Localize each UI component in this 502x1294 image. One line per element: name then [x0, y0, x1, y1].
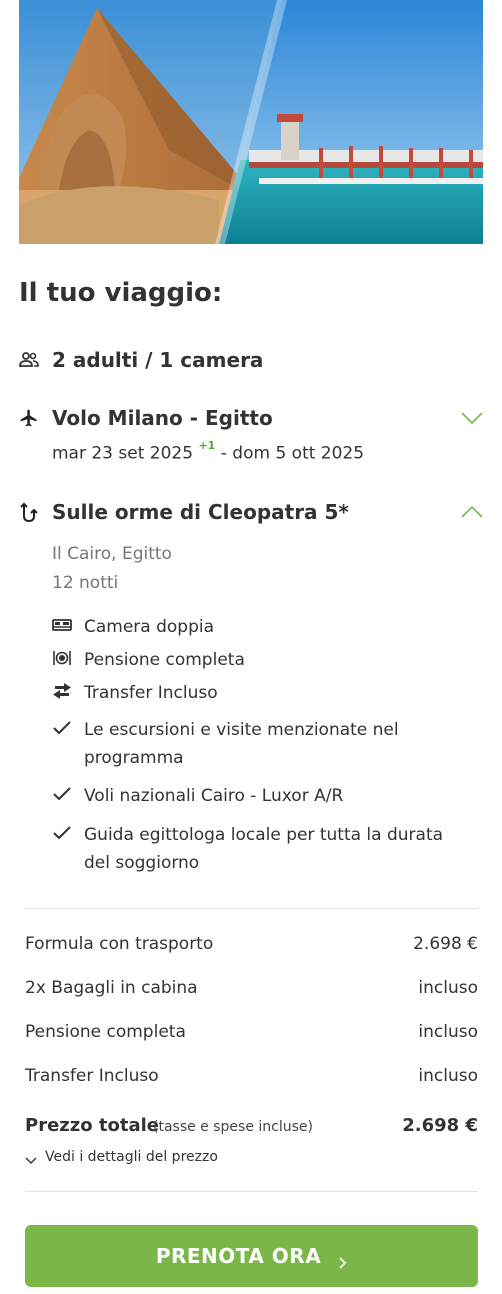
feature-item: Camera doppia	[52, 613, 452, 641]
hotel-nights: 12 notti	[52, 573, 119, 593]
price-row-label: Pensione completa	[25, 1022, 186, 1042]
feature-item: Guida egittologa locale per tutta la dur…	[52, 821, 452, 877]
total-note: (tasse e spese incluse)	[153, 1119, 313, 1135]
check-icon	[52, 784, 72, 804]
meal-icon	[52, 648, 72, 668]
feature-label: Pensione completa	[84, 650, 245, 670]
feature-label: Transfer Incluso	[84, 683, 218, 703]
price-row-value: incluso	[418, 1066, 478, 1086]
chevron-up-icon[interactable]	[461, 504, 483, 518]
hotel-location: Il Cairo, Egitto	[52, 544, 172, 564]
price-row: Formula con trasporto 2.698 €	[25, 934, 478, 958]
book-now-label: PRENOTA ORA	[155, 1244, 322, 1268]
price-row-value: incluso	[418, 978, 478, 998]
flight-date-to: - dom 5 ott 2025	[220, 443, 365, 464]
price-row: Pensione completa incluso	[25, 1022, 478, 1046]
feature-label: Le escursioni e visite menzionate nel pr…	[84, 720, 399, 768]
check-icon	[52, 823, 72, 843]
feature-item: Transfer Incluso	[52, 679, 452, 707]
hotel-title: Sulle orme di Cleopatra 5*	[52, 500, 349, 524]
divider	[25, 908, 478, 909]
total-value: 2.698 €	[402, 1115, 478, 1136]
hero-image	[19, 0, 483, 244]
price-details-label: Vedi i dettagli del prezzo	[45, 1149, 218, 1165]
price-row-label: Transfer Incluso	[25, 1066, 159, 1086]
people-icon	[19, 350, 41, 372]
divider	[25, 1191, 478, 1192]
trip-title: Il tuo viaggio:	[19, 278, 223, 308]
chevron-down-icon[interactable]	[461, 410, 483, 425]
flight-title: Volo Milano - Egitto	[52, 406, 273, 430]
transfer-icon	[52, 681, 72, 701]
feature-item: Le escursioni e visite menzionate nel pr…	[52, 716, 452, 772]
price-row-label: Formula con trasporto	[25, 934, 214, 954]
chevron-down-icon	[25, 1153, 37, 1164]
total-price-row: Prezzo totale (tasse e spese incluse) 2.…	[25, 1115, 478, 1141]
travellers-label: 2 adulti / 1 camera	[52, 348, 264, 372]
itinerary-icon	[19, 502, 41, 524]
bed-icon	[52, 615, 72, 635]
price-row-value: incluso	[418, 1022, 478, 1042]
price-row: 2x Bagagli in cabina incluso	[25, 978, 478, 1002]
price-row-label: 2x Bagagli in cabina	[25, 978, 198, 998]
price-row-value: 2.698 €	[413, 934, 478, 954]
feature-label: Camera doppia	[84, 617, 215, 637]
feature-item: Pensione completa	[52, 646, 452, 674]
airplane-icon	[19, 408, 41, 430]
feature-item: Voli nazionali Cairo - Luxor A/R	[52, 782, 452, 810]
travellers-row: 2 adulti / 1 camera	[19, 348, 483, 378]
book-now-button[interactable]: PRENOTA ORA	[25, 1225, 478, 1287]
chevron-right-icon	[339, 1250, 347, 1269]
check-icon	[52, 718, 72, 738]
flight-section: Volo Milano - Egitto mar 23 set 2025 +1 …	[19, 406, 483, 470]
feature-label: Guida egittologa locale per tutta la dur…	[84, 825, 444, 873]
feature-label: Voli nazionali Cairo - Luxor A/R	[84, 786, 344, 806]
price-row: Transfer Incluso incluso	[25, 1066, 478, 1090]
flight-date-from: mar 23 set 2025	[52, 443, 194, 464]
flight-dates: mar 23 set 2025 +1 - dom 5 ott 2025	[52, 439, 365, 464]
flight-day-offset: +1	[198, 439, 216, 452]
hotel-section: Sulle orme di Cleopatra 5*	[19, 500, 483, 530]
total-label: Prezzo totale	[25, 1115, 159, 1136]
